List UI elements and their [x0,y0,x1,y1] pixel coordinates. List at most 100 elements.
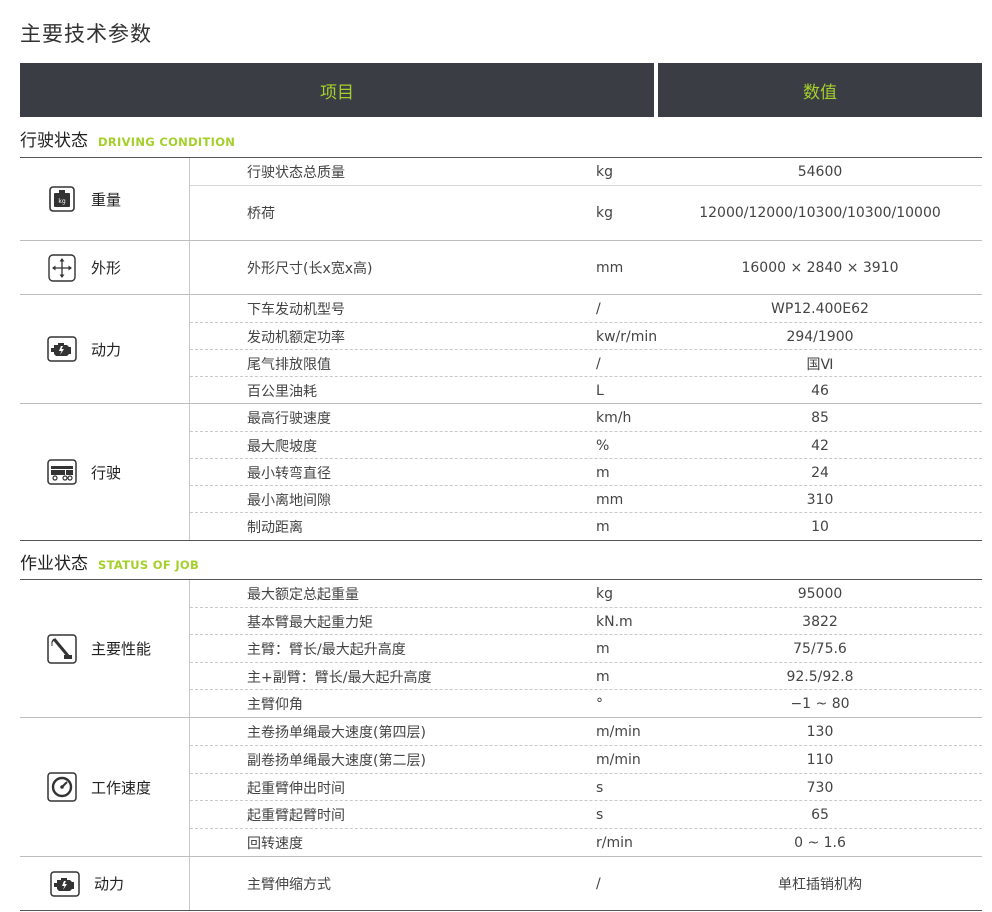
table-row: 基本臂最大起重力矩 kN.m 3822 [190,607,982,635]
header-value: 数值 [658,63,982,117]
group-power: 动力 下车发动机型号 / WP12.400E62 发动机额定功率 kw/r/mi… [20,295,982,403]
param-value: 75/75.6 [793,641,847,657]
table-row: 主臂伸缩方式 / 单杠插销机构 [190,857,982,910]
param-value: 110 [806,752,834,768]
param-unit: s [596,779,604,796]
param-value: 85 [811,409,829,426]
param-name: 最小离地间隙 [247,492,331,509]
param-unit: / [596,300,601,317]
divider [20,540,982,541]
param-name: 主臂伸缩方式 [247,876,331,893]
param-name: 百公里油耗 [247,383,317,400]
param-unit: m [596,641,610,657]
group-label-text: 外形 [91,259,122,277]
param-name: 最高行驶速度 [247,410,331,427]
param-value: 92.5/92.8 [786,668,854,685]
param-name: 主+副臂：臂长/最大起升高度 [247,669,432,686]
group-label-text: 重量 [91,190,122,209]
engine-icon [50,869,80,899]
param-name: 主臂：臂长/最大起升高度 [247,642,406,658]
table-row: 最大爬坡度 % 42 [190,431,982,459]
group-power-2: 动力 主臂伸缩方式 / 单杠插销机构 [20,857,982,910]
param-value: 65 [811,807,829,823]
param-unit: kg [596,163,613,180]
group-label: 外形 [20,241,190,294]
group-speed: 工作速度 主卷扬单绳最大速度(第四层) m/min 130 副卷扬单绳最大速度(… [20,718,982,856]
param-unit: m/min [596,752,641,768]
param-name: 副卷扬单绳最大速度(第二层) [247,753,426,769]
param-unit: kg [596,585,613,602]
param-value: 294/1900 [786,328,854,345]
table-header: 项目 数值 [20,63,982,117]
section-driving: 行驶状态 DRIVING CONDITION [20,126,235,151]
header-item: 项目 [20,63,654,117]
param-unit: r/min [596,835,633,851]
param-unit: ° [596,696,603,712]
param-unit: m [596,464,610,481]
engine-icon [47,334,77,364]
table-row: 起重臂起臂时间 s 65 [190,800,982,829]
group-label: kg 重量 [20,158,190,240]
group-label-text: 工作速度 [91,778,152,797]
param-name: 行驶状态总质量 [247,164,345,181]
param-name: 起重臂伸出时间 [247,780,345,797]
param-unit: kN.m [596,613,633,630]
table-row: 最大额定总起重量 kg 95000 [190,580,982,607]
table-row: 最小转弯直径 m 24 [190,458,982,486]
speedometer-icon [47,772,77,802]
param-value: 42 [811,437,829,454]
table-row: 行驶状态总质量 kg 54600 [190,158,982,185]
param-name: 外形尺寸(长x宽x高) [247,260,373,277]
table-row: 外形尺寸(长x宽x高) mm 16000 × 2840 × 3910 [190,241,982,294]
param-value: 10 [811,519,829,535]
param-value: 12000/12000/10300/10300/10000 [699,205,941,221]
param-name: 下车发动机型号 [247,301,345,318]
dimensions-arrows-icon [47,253,77,283]
param-unit: mm [596,491,624,508]
divider [20,910,982,911]
param-value: 310 [806,491,834,508]
param-unit: m [596,668,610,685]
group-shape: 外形 外形尺寸(长x宽x高) mm 16000 × 2840 × 3910 [20,241,982,294]
crane-boom-icon [47,633,77,664]
table-row: 主卷扬单绳最大速度(第四层) m/min 130 [190,718,982,745]
param-value: WP12.400E62 [771,300,869,317]
group-label: 动力 [20,295,190,403]
table-row: 主臂仰角 ° −1 ~ 80 [190,689,982,718]
group-label: 行驶 [20,404,190,540]
section-title-en: STATUS OF JOB [98,558,200,572]
table-row: 起重臂伸出时间 s 730 [190,773,982,801]
param-unit: / [596,355,601,372]
table-row: 主+副臂：臂长/最大起升高度 m 92.5/92.8 [190,662,982,690]
param-unit: L [596,382,604,399]
section-title: 作业状态 [20,554,88,574]
group-weight: kg 重量 行驶状态总质量 kg 54600 桥荷 kg 12000/12000… [20,158,982,240]
param-name: 尾气排放限值 [247,356,331,373]
param-unit: m/min [596,723,641,740]
param-name: 起重臂起臂时间 [247,808,345,824]
param-value: 130 [806,723,834,740]
param-value: 730 [806,779,834,796]
param-unit: km/h [596,409,632,426]
param-unit: % [596,437,610,454]
group-label: 工作速度 [20,718,190,856]
param-name: 制动距离 [247,520,303,536]
param-unit: kw/r/min [596,328,658,345]
group-label: 动力 [20,857,190,910]
group-label-text: 动力 [94,875,125,893]
param-unit: mm [596,259,624,276]
param-name: 最小转弯直径 [247,465,331,482]
param-name: 基本臂最大起重力矩 [247,614,373,631]
table-row: 最高行驶速度 km/h 85 [190,404,982,431]
param-name: 回转速度 [247,836,303,852]
param-name: 最大爬坡度 [247,438,317,455]
param-value: 单杠插销机构 [778,876,862,893]
table-row: 尾气排放限值 / 国Ⅵ [190,349,982,377]
param-unit: / [596,875,601,892]
group-label-text: 动力 [91,340,122,359]
table-row: 发动机额定功率 kw/r/min 294/1900 [190,322,982,350]
svg-text:kg: kg [58,198,65,205]
table-row: 下车发动机型号 / WP12.400E62 [190,295,982,322]
table-row: 制动距离 m 10 [190,512,982,541]
table-row: 桥荷 kg 12000/12000/10300/10300/10000 [190,185,982,240]
